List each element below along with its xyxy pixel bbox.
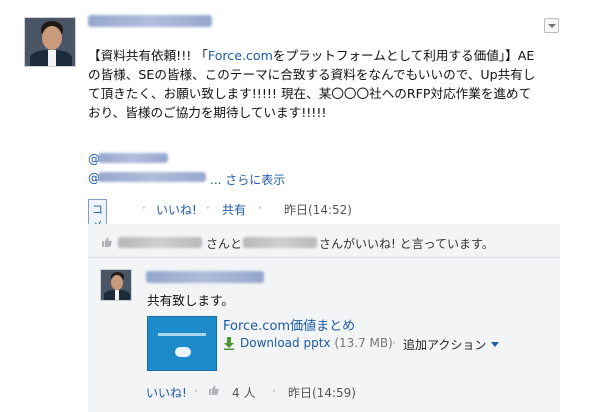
like-count[interactable]: 4 人 bbox=[232, 384, 255, 401]
more-actions-label[interactable]: 追加アクション bbox=[403, 338, 486, 352]
author-avatar[interactable] bbox=[24, 17, 76, 67]
separator-dot: · bbox=[258, 201, 262, 215]
more-actions-menu[interactable]: 追加アクション bbox=[403, 336, 500, 353]
cloud-logo-icon bbox=[175, 347, 191, 357]
avatar-face bbox=[42, 26, 62, 50]
divider bbox=[88, 257, 560, 258]
thumb-up-icon bbox=[209, 385, 219, 395]
post-options-button[interactable] bbox=[544, 18, 559, 33]
download-link[interactable]: Download pptx (13.7 MB) bbox=[240, 336, 393, 350]
comments-panel: さんと さんがいいね! と言っています。 共有致します。 Force.com価値… bbox=[88, 224, 560, 412]
file-thumbnail[interactable] bbox=[147, 316, 217, 371]
file-thumbnail-title bbox=[158, 333, 206, 336]
separator-dot: · bbox=[272, 384, 276, 398]
download-icon[interactable] bbox=[223, 337, 235, 350]
separator-dot: · bbox=[194, 384, 198, 398]
liker-1-name[interactable] bbox=[118, 237, 202, 248]
comment-timestamp[interactable]: 昨日(14:59) bbox=[288, 384, 356, 401]
separator-dot: · bbox=[142, 201, 146, 215]
like-button[interactable]: いいね! bbox=[156, 201, 197, 218]
mention-1-name[interactable] bbox=[98, 153, 168, 163]
avatar-face bbox=[111, 275, 123, 290]
thumb-up-icon bbox=[102, 237, 112, 247]
file-size: (13.7 MB) bbox=[334, 336, 393, 350]
post-body: 【資料共有依頼!!! 「Force.comをプラットフォームとして利用する価値」… bbox=[88, 46, 538, 122]
post-timestamp[interactable]: 昨日(14:52) bbox=[284, 201, 352, 218]
commenter-name[interactable] bbox=[146, 271, 264, 283]
share-button[interactable]: 共有 bbox=[222, 201, 246, 218]
avatar-shirt bbox=[48, 50, 56, 66]
commenter-avatar[interactable] bbox=[100, 269, 132, 301]
likes-text-end: さんがいいね! と言っています。 bbox=[319, 237, 494, 251]
comment-like-button[interactable]: いいね! bbox=[146, 384, 187, 401]
comment-text: 共有致します。 bbox=[147, 293, 234, 308]
liker-2-name[interactable] bbox=[243, 237, 317, 248]
separator-dot: · bbox=[206, 201, 210, 215]
avatar-shirt bbox=[115, 290, 119, 300]
post-body-link[interactable]: Force.com bbox=[208, 48, 273, 63]
show-more-link[interactable]: ... さらに表示 bbox=[210, 171, 285, 188]
mention-2-name[interactable] bbox=[98, 172, 206, 182]
file-title-link[interactable]: Force.com価値まとめ bbox=[223, 315, 355, 334]
likes-text-and: さんと bbox=[206, 237, 243, 251]
author-name[interactable] bbox=[88, 15, 212, 27]
chevron-down-icon bbox=[548, 24, 556, 28]
caret-down-icon bbox=[491, 342, 500, 347]
post-body-text-start: 【資料共有依頼!!! 「 bbox=[88, 48, 208, 63]
download-label[interactable]: Download pptx bbox=[240, 336, 331, 350]
separator-dot: · bbox=[392, 336, 396, 350]
